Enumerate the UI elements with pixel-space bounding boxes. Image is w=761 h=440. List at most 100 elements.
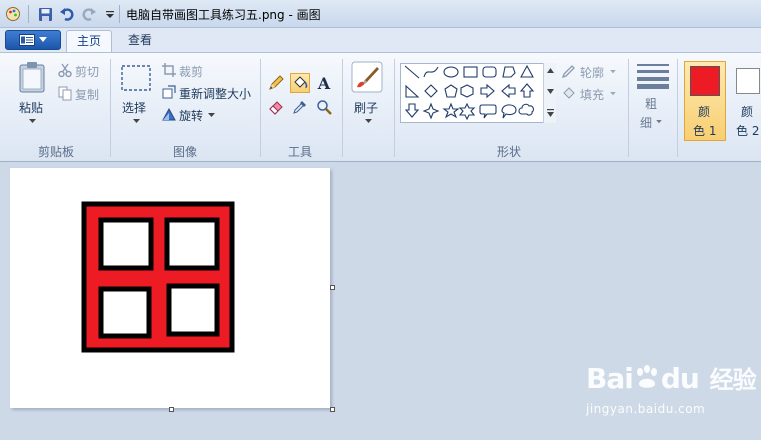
eraser-tool[interactable] bbox=[266, 97, 286, 117]
line-shape-icon[interactable] bbox=[404, 65, 420, 79]
fill-label: 填充 bbox=[580, 88, 605, 102]
clipboard-icon bbox=[19, 62, 45, 93]
tab-view[interactable]: 查看 bbox=[118, 30, 162, 52]
cut-button[interactable]: 剪切 bbox=[58, 62, 106, 80]
color-1-button[interactable]: 颜 色 1 bbox=[684, 61, 726, 141]
image-group-label: 图像 bbox=[173, 145, 198, 159]
paint-menu-button[interactable] bbox=[5, 30, 61, 50]
outline-pen-icon bbox=[562, 65, 575, 78]
chevron-down-icon bbox=[29, 119, 36, 123]
down-arrow-shape-icon[interactable] bbox=[404, 103, 420, 118]
pentagon-shape-icon[interactable] bbox=[444, 84, 458, 98]
up-arrow-shape-icon[interactable] bbox=[519, 83, 535, 98]
shapes-group-label: 形状 bbox=[497, 145, 522, 159]
cloud-callout-shape-icon[interactable] bbox=[518, 103, 534, 116]
save-icon[interactable] bbox=[36, 5, 54, 23]
gallery-expand-icon[interactable] bbox=[547, 109, 554, 117]
customize-quick-access-icon[interactable] bbox=[101, 5, 119, 23]
chevron-down-icon bbox=[656, 120, 662, 124]
brush-icon bbox=[351, 61, 383, 93]
paint-app-icon[interactable] bbox=[4, 5, 22, 23]
fill-button[interactable]: 填充 bbox=[562, 85, 622, 103]
pencil-icon bbox=[269, 75, 284, 90]
magnifier-tool[interactable] bbox=[314, 97, 334, 117]
color-1-label-line2: 色 1 bbox=[693, 124, 717, 138]
ribbon-tab-row: 主页 查看 bbox=[0, 28, 761, 52]
watermark-brand-2: du bbox=[660, 362, 700, 395]
menu-page-icon bbox=[19, 34, 35, 46]
resize-handle-right[interactable] bbox=[330, 285, 335, 290]
color-1-label-line1: 颜 bbox=[698, 105, 711, 119]
rectangle-shape-icon[interactable] bbox=[463, 66, 478, 78]
eyedropper-icon bbox=[293, 101, 306, 114]
scroll-down-icon[interactable] bbox=[547, 89, 554, 94]
copy-icon bbox=[58, 86, 72, 101]
size-label-line1: 粗 bbox=[645, 97, 658, 111]
crop-button[interactable]: 裁剪 bbox=[162, 62, 212, 80]
select-label: 选择 bbox=[122, 101, 147, 115]
chevron-down-icon bbox=[39, 37, 47, 42]
redo-icon[interactable] bbox=[80, 5, 98, 23]
rounded-rectangle-shape-icon[interactable] bbox=[482, 66, 497, 78]
five-point-star-shape-icon[interactable] bbox=[442, 102, 460, 119]
oval-shape-icon[interactable] bbox=[443, 66, 459, 78]
polygon-shape-icon[interactable] bbox=[502, 66, 516, 78]
resize-handle-bottom[interactable] bbox=[169, 407, 174, 412]
paste-button[interactable]: 粘贴 bbox=[12, 59, 52, 131]
tab-home[interactable]: 主页 bbox=[66, 30, 113, 52]
copy-button[interactable]: 复制 bbox=[58, 85, 106, 103]
size-label-line2: 细 bbox=[640, 116, 653, 130]
rotate-button[interactable]: 旋转 bbox=[162, 106, 222, 124]
color-2-button[interactable]: 颜 色 2 bbox=[731, 61, 761, 141]
brushes-button[interactable]: 刷子 bbox=[348, 59, 388, 131]
shapes-gallery-scroller[interactable] bbox=[543, 63, 556, 123]
ribbon: 粘贴 剪切 复制 剪贴板 选择 裁剪 重新调整大小 旋转 图像 A 工具 刷子 … bbox=[0, 52, 761, 162]
size-button[interactable]: 粗 细 bbox=[634, 61, 672, 141]
resize-icon bbox=[162, 85, 176, 99]
right-triangle-shape-icon[interactable] bbox=[405, 84, 420, 98]
hexagon-shape-icon[interactable] bbox=[460, 84, 474, 98]
rounded-callout-shape-icon[interactable] bbox=[479, 104, 497, 119]
text-tool[interactable]: A bbox=[314, 73, 334, 93]
outline-button[interactable]: 轮廓 bbox=[562, 63, 622, 81]
color-2-swatch bbox=[736, 68, 760, 94]
pane-bottom-right bbox=[166, 283, 220, 337]
pane-top-right bbox=[164, 217, 220, 271]
rotate-label: 旋转 bbox=[179, 109, 204, 123]
color-2-label-line1: 颜 bbox=[741, 105, 754, 119]
drawing-canvas[interactable] bbox=[10, 168, 330, 408]
paw-icon bbox=[636, 365, 657, 388]
shapes-gallery[interactable] bbox=[400, 63, 556, 123]
right-arrow-shape-icon[interactable] bbox=[480, 83, 495, 99]
watermark-brand-1: Bai bbox=[586, 362, 634, 395]
fill-tool[interactable] bbox=[290, 73, 310, 93]
window-title: 电脑自带画图工具练习五.png - 画图 bbox=[126, 8, 321, 22]
diamond-shape-icon[interactable] bbox=[424, 84, 438, 98]
curve-shape-icon[interactable] bbox=[423, 66, 439, 78]
select-button[interactable]: 选择 bbox=[118, 59, 154, 131]
chevron-down-icon bbox=[208, 113, 215, 117]
paste-label: 粘贴 bbox=[19, 101, 44, 115]
line-width-icon bbox=[637, 64, 669, 89]
scroll-up-icon[interactable] bbox=[547, 68, 554, 73]
four-point-star-shape-icon[interactable] bbox=[422, 102, 440, 120]
rotate-icon bbox=[162, 107, 176, 121]
window-drawing bbox=[81, 201, 235, 353]
resize-handle-corner[interactable] bbox=[330, 407, 335, 412]
chevron-down-icon bbox=[365, 119, 372, 123]
title-bar: 电脑自带画图工具练习五.png - 画图 bbox=[0, 0, 761, 28]
six-point-star-shape-icon[interactable] bbox=[458, 102, 476, 121]
left-arrow-shape-icon[interactable] bbox=[501, 83, 516, 99]
magnifier-icon bbox=[317, 100, 332, 115]
resize-button[interactable]: 重新调整大小 bbox=[162, 84, 256, 102]
oval-callout-shape-icon[interactable] bbox=[501, 104, 517, 119]
brushes-label: 刷子 bbox=[354, 101, 379, 115]
triangle-shape-icon[interactable] bbox=[520, 64, 534, 78]
undo-icon[interactable] bbox=[58, 5, 76, 23]
pencil-tool[interactable] bbox=[266, 73, 286, 93]
chevron-down-icon bbox=[610, 92, 616, 96]
crop-icon bbox=[162, 63, 176, 77]
color-picker-tool[interactable] bbox=[290, 97, 310, 117]
shapes-gallery-icons bbox=[404, 64, 535, 121]
crop-label: 裁剪 bbox=[179, 65, 204, 79]
